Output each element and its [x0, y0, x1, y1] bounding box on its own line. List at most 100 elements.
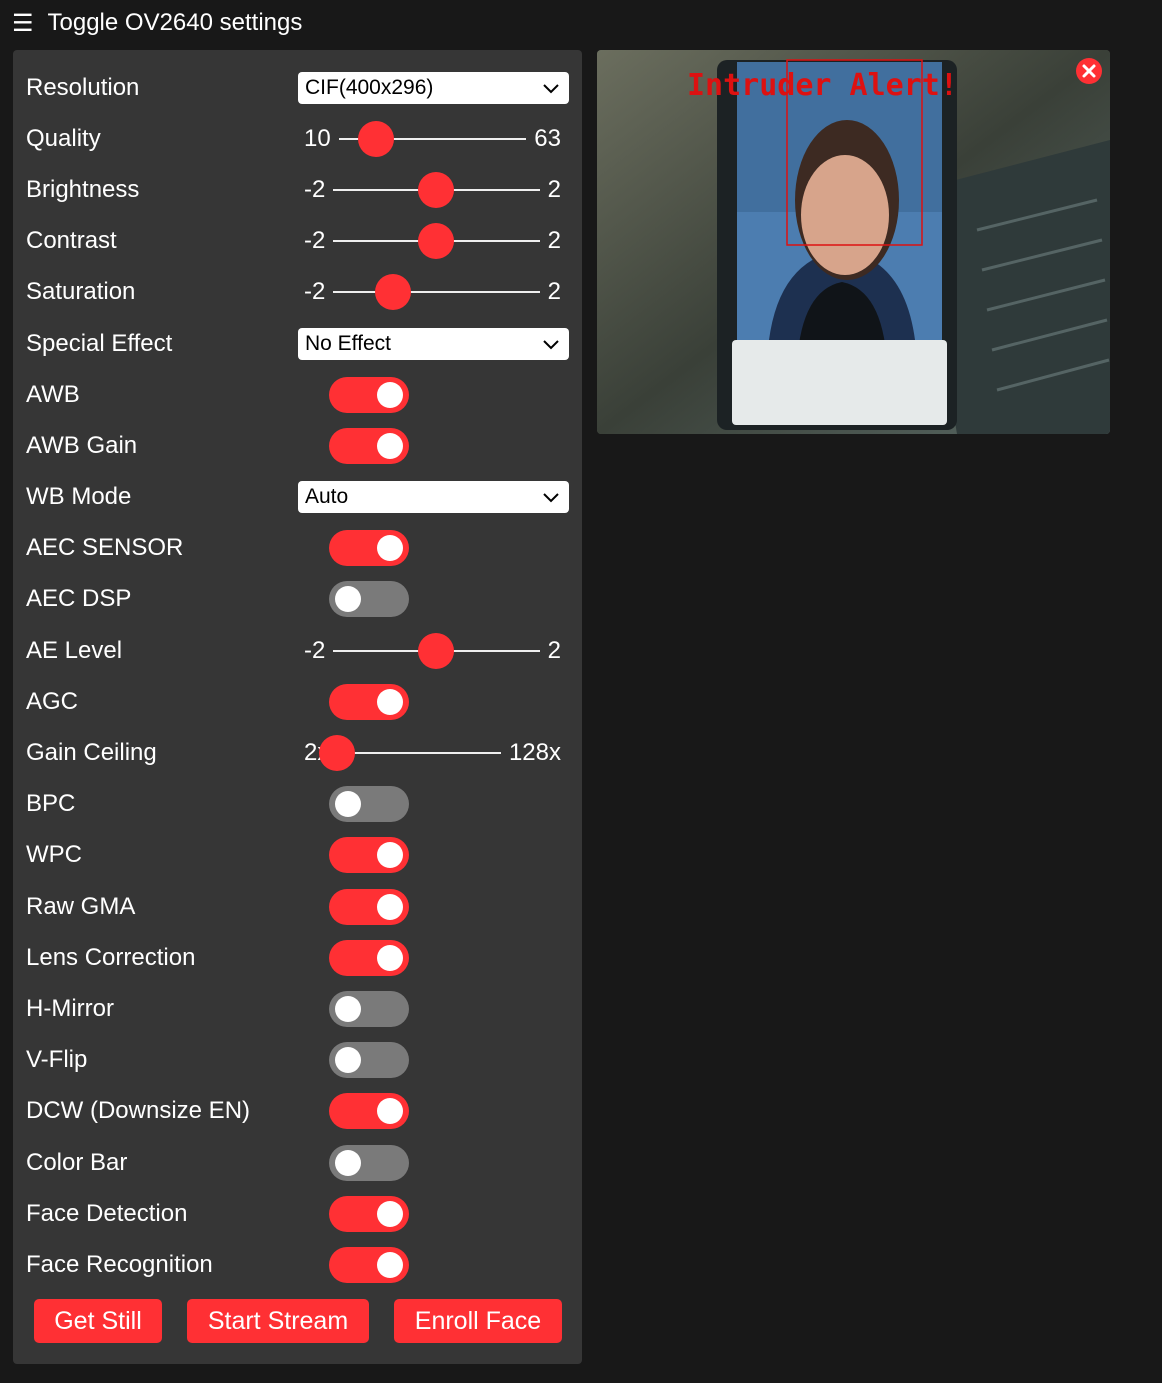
close-button[interactable] — [1076, 58, 1102, 84]
face-detect-toggle[interactable] — [329, 1196, 409, 1232]
awb-row: AWB — [26, 375, 569, 415]
agc-toggle[interactable] — [329, 684, 409, 720]
toggle-knob — [377, 1098, 403, 1124]
brightness-track[interactable] — [333, 172, 540, 208]
special-effect-select[interactable]: No Effect — [298, 328, 569, 360]
hamburger-icon: ☰ — [12, 9, 34, 37]
aec-dsp-toggle[interactable] — [329, 581, 409, 617]
resolution-select[interactable]: CIF(400x296) — [298, 72, 569, 104]
brightness-slider[interactable]: -2 2 — [304, 172, 561, 208]
ae-level-track[interactable] — [333, 633, 540, 669]
aec-dsp-label: AEC DSP — [26, 585, 132, 612]
saturation-max: 2 — [547, 278, 561, 305]
face-detect-row: Face Detection — [26, 1194, 569, 1234]
aec-sensor-label: AEC SENSOR — [26, 534, 184, 561]
awb-gain-label: AWB Gain — [26, 432, 138, 459]
wb-mode-label: WB Mode — [26, 483, 132, 510]
settings-toggle[interactable]: ☰ Toggle OV2640 settings — [12, 6, 302, 40]
saturation-slider[interactable]: -2 2 — [304, 274, 561, 310]
face-recognize-label: Face Recognition — [26, 1251, 213, 1278]
wb-mode-row: WB Mode Auto — [26, 477, 569, 517]
get-still-button[interactable]: Get Still — [34, 1299, 162, 1343]
wb-mode-select[interactable]: Auto — [298, 481, 569, 513]
lens-correction-row: Lens Correction — [26, 938, 569, 978]
saturation-thumb[interactable] — [375, 274, 412, 310]
contrast-row: Contrast -2 2 — [26, 221, 569, 261]
stream-image: Intruder Alert! — [597, 50, 1110, 434]
gain-ceiling-slider[interactable]: 2x 128x — [304, 735, 561, 771]
vflip-label: V-Flip — [26, 1046, 88, 1073]
bpc-label: BPC — [26, 790, 76, 817]
special-effect-row: Special Effect No Effect — [26, 324, 569, 364]
hmirror-toggle[interactable] — [329, 991, 409, 1027]
quality-label: Quality — [26, 125, 101, 152]
start-stream-button[interactable]: Start Stream — [187, 1299, 369, 1343]
enroll-face-button[interactable]: Enroll Face — [394, 1299, 562, 1343]
bpc-row: BPC — [26, 784, 569, 824]
toggle-knob — [377, 689, 403, 715]
toggle-knob — [377, 1201, 403, 1227]
saturation-min: -2 — [304, 278, 326, 305]
bpc-toggle[interactable] — [329, 786, 409, 822]
vflip-toggle[interactable] — [329, 1042, 409, 1078]
raw-gma-label: Raw GMA — [26, 893, 136, 920]
dcw-row: DCW (Downsize EN) — [26, 1091, 569, 1131]
contrast-thumb[interactable] — [418, 223, 455, 259]
lens-correction-label: Lens Correction — [26, 944, 196, 971]
toggle-knob — [335, 586, 361, 612]
toggle-knob — [377, 535, 403, 561]
contrast-min: -2 — [304, 227, 326, 254]
resolution-label: Resolution — [26, 74, 140, 101]
gain-ceiling-thumb[interactable] — [319, 735, 356, 771]
quality-slider[interactable]: 10 63 — [304, 121, 561, 157]
vflip-row: V-Flip — [26, 1040, 569, 1080]
quality-track[interactable] — [338, 121, 527, 157]
colorbar-toggle[interactable] — [329, 1145, 409, 1181]
toggle-knob — [335, 996, 361, 1022]
colorbar-label: Color Bar — [26, 1149, 128, 1176]
dcw-toggle[interactable] — [329, 1093, 409, 1129]
wpc-label: WPC — [26, 841, 82, 868]
ae-level-thumb[interactable] — [418, 633, 455, 669]
ae-level-min: -2 — [304, 637, 326, 664]
gain-ceiling-label: Gain Ceiling — [26, 739, 157, 766]
face-recognize-toggle[interactable] — [329, 1247, 409, 1283]
contrast-slider[interactable]: -2 2 — [304, 223, 561, 259]
aec-sensor-row: AEC SENSOR — [26, 528, 569, 568]
face-detect-label: Face Detection — [26, 1200, 188, 1227]
toggle-knob — [335, 1150, 361, 1176]
awb-gain-row: AWB Gain — [26, 426, 569, 466]
special-effect-label: Special Effect — [26, 330, 173, 357]
wpc-row: WPC — [26, 835, 569, 875]
special-effect-value: No Effect — [305, 332, 391, 355]
wb-mode-value: Auto — [305, 485, 349, 508]
chevron-down-icon — [543, 84, 559, 94]
gain-ceiling-row: Gain Ceiling 2x 128x — [26, 733, 569, 773]
brightness-thumb[interactable] — [418, 172, 455, 208]
aec-sensor-toggle[interactable] — [329, 530, 409, 566]
hmirror-row: H-Mirror — [26, 989, 569, 1029]
toggle-knob — [377, 433, 403, 459]
toggle-knob — [377, 842, 403, 868]
wpc-toggle[interactable] — [329, 837, 409, 873]
raw-gma-toggle[interactable] — [329, 889, 409, 925]
aec-dsp-row: AEC DSP — [26, 579, 569, 619]
toggle-knob — [335, 791, 361, 817]
toggle-knob — [377, 894, 403, 920]
ae-level-max: 2 — [547, 637, 561, 664]
chevron-down-icon — [543, 340, 559, 350]
quality-thumb[interactable] — [358, 121, 395, 157]
quality-max: 63 — [534, 125, 561, 152]
awb-toggle[interactable] — [329, 377, 409, 413]
contrast-track[interactable] — [333, 223, 540, 259]
ae-level-slider[interactable]: -2 2 — [304, 633, 561, 669]
brightness-row: Brightness -2 2 — [26, 170, 569, 210]
awb-gain-toggle[interactable] — [329, 428, 409, 464]
lens-correction-toggle[interactable] — [329, 940, 409, 976]
hmirror-label: H-Mirror — [26, 995, 114, 1022]
saturation-track[interactable] — [333, 274, 540, 310]
gain-ceiling-track[interactable] — [319, 735, 501, 771]
toggle-knob — [377, 1252, 403, 1278]
contrast-max: 2 — [547, 227, 561, 254]
gain-ceiling-max: 128x — [508, 739, 561, 766]
